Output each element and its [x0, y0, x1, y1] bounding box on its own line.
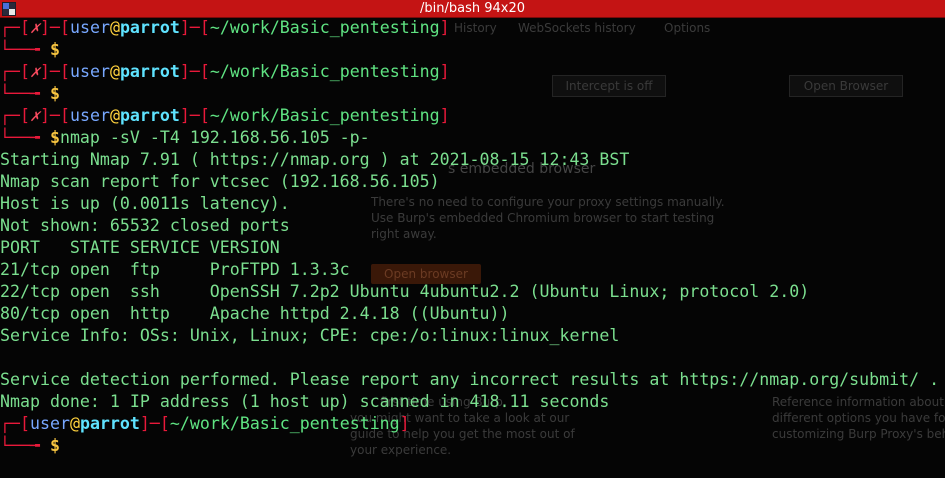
terminal-output[interactable]: ┌─[✗]─[user@parrot]─[~/work/Basic_pentes…: [0, 17, 945, 478]
prompt-line: ┌─[✗]─[user@parrot]─[~/work/Basic_pentes…: [0, 62, 450, 81]
command-text: nmap -sV -T4 192.168.56.105 -p-: [59, 128, 370, 147]
output-line: Nmap scan report for vtcsec (192.168.56.…: [0, 172, 440, 191]
output-line: Host is up (0.0011s latency).: [0, 194, 290, 213]
prompt-input-line: └──╼ $: [0, 84, 60, 103]
prompt-input-line: └──╼ $: [0, 40, 60, 59]
prompt-input-line[interactable]: └──╼ $: [0, 435, 945, 457]
output-line: Service detection performed. Please repo…: [0, 370, 940, 389]
output-line: 80/tcp open http Apache httpd 2.4.18 ((U…: [0, 304, 510, 323]
title-bar[interactable]: /bin/bash 94x20: [0, 0, 945, 18]
prompt-line: ┌─[✗]─[user@parrot]─[~/work/Basic_pentes…: [0, 106, 450, 125]
output-line: 22/tcp open ssh OpenSSH 7.2p2 Ubuntu 4ub…: [0, 282, 810, 301]
output-line: PORT STATE SERVICE VERSION: [0, 238, 280, 257]
command-line: └──╼ $nmap -sV -T4 192.168.56.105 -p-: [0, 128, 370, 147]
terminal-window: /bin/bash 94x20 History WebSockets histo…: [0, 0, 945, 478]
prompt-line: ┌─[✗]─[user@parrot]─[~/work/Basic_pentes…: [0, 18, 450, 37]
output-line: Service Info: OSs: Unix, Linux; CPE: cpe…: [0, 326, 620, 345]
output-line: Starting Nmap 7.91 ( https://nmap.org ) …: [0, 150, 630, 169]
output-line: Nmap done: 1 IP address (1 host up) scan…: [0, 392, 610, 411]
prompt-line: ┌─[user@parrot]─[~/work/Basic_pentesting…: [0, 414, 410, 433]
output-line: Not shown: 65532 closed ports: [0, 216, 290, 235]
output-line: 21/tcp open ftp ProFTPD 1.3.3c: [0, 260, 350, 279]
window-title: /bin/bash 94x20: [419, 1, 525, 16]
